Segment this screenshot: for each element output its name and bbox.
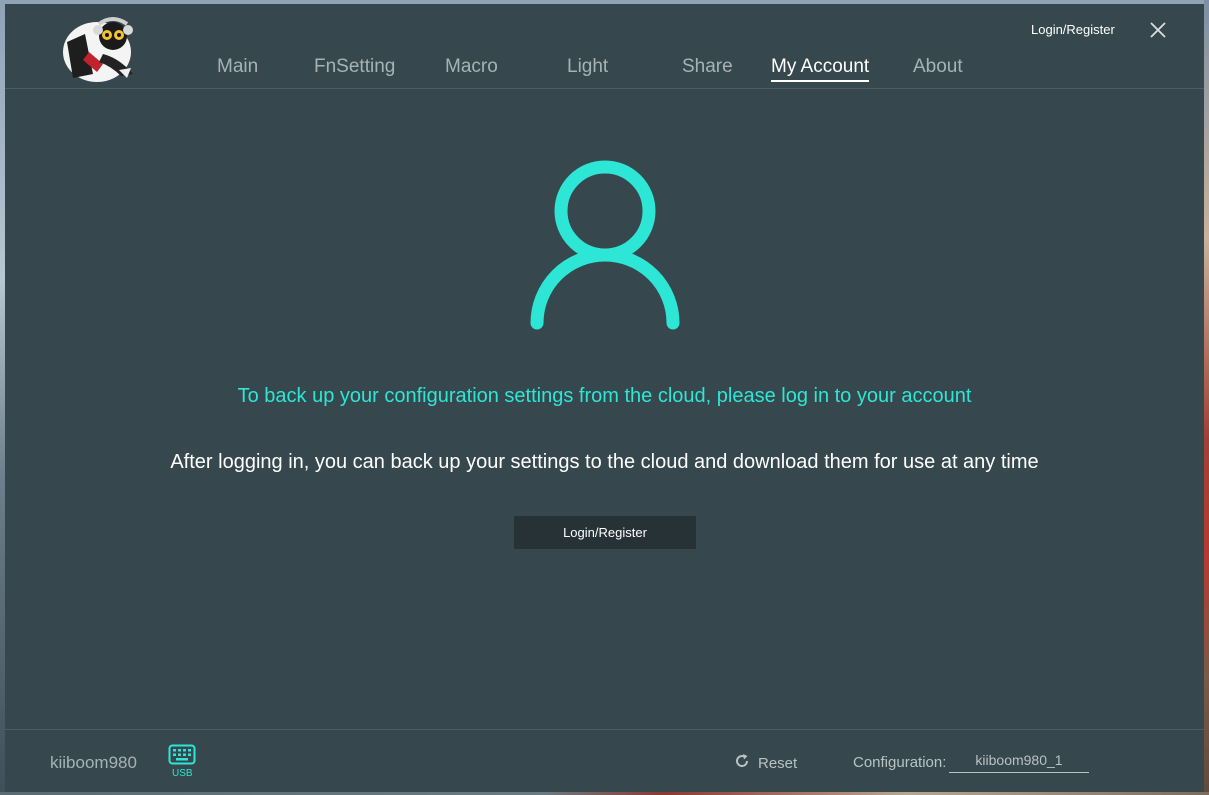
header: Main FnSetting Macro Light Share My Acco…	[5, 4, 1204, 89]
configuration-select[interactable]: kiiboom980_1	[949, 752, 1089, 773]
after-login-message: After logging in, you can back up your s…	[170, 451, 1039, 473]
tab-macro[interactable]: Macro	[445, 56, 498, 86]
device-name: kiiboom980	[50, 753, 137, 772]
keyboard-icon	[168, 744, 196, 766]
tab-my-account[interactable]: My Account	[771, 56, 870, 82]
refresh-icon	[734, 753, 750, 773]
cloud-backup-message: To back up your configuration settings f…	[237, 385, 972, 407]
tab-main[interactable]: Main	[217, 56, 258, 86]
app-window: Main FnSetting Macro Light Share My Acco…	[5, 4, 1204, 792]
tab-share[interactable]: Share	[682, 56, 733, 86]
tab-light[interactable]: Light	[567, 56, 608, 86]
tab-fnsetting[interactable]: FnSetting	[314, 56, 395, 86]
login-register-button[interactable]: Login/Register	[514, 516, 696, 549]
status-bar: kiiboom980 USB Reset Configuration: kiib…	[5, 729, 1204, 793]
header-login-register-link[interactable]: Login/Register	[1031, 22, 1115, 37]
close-icon[interactable]	[1148, 20, 1168, 40]
tab-about[interactable]: About	[913, 56, 963, 86]
account-panel: To back up your configuration settings f…	[5, 89, 1204, 729]
reset-label: Reset	[758, 754, 798, 772]
desktop-wallpaper	[1204, 0, 1209, 795]
usb-label: USB	[172, 768, 193, 779]
reset-button[interactable]: Reset	[734, 753, 797, 773]
mascot-logo-icon	[53, 12, 141, 84]
user-icon	[525, 155, 685, 335]
configuration-label: Configuration:	[853, 754, 947, 771]
